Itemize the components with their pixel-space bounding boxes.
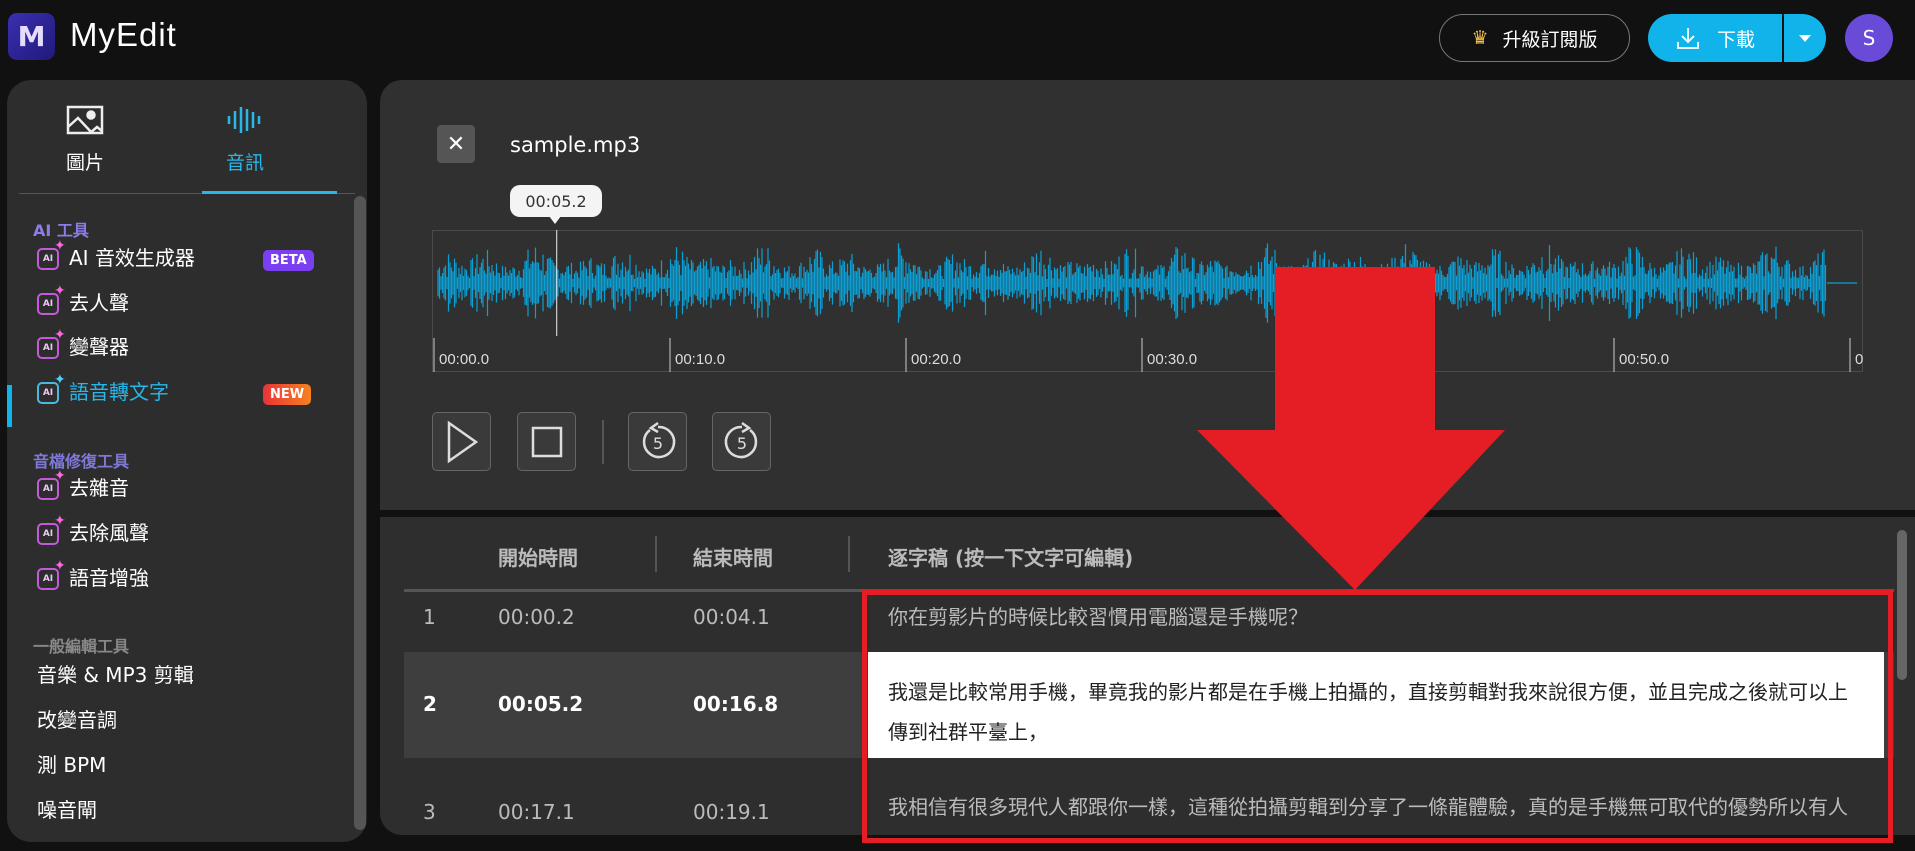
- section-title: 一般編輯工具: [33, 637, 130, 656]
- sidebar-item-label: 改變音調: [37, 708, 117, 732]
- sidebar-item-label: 測 BPM: [37, 753, 107, 777]
- ai-sparkle-icon: AI ✦: [37, 238, 66, 270]
- active-indicator: [7, 385, 12, 427]
- sidebar-item[interactable]: AI ✦ 變聲器: [37, 327, 129, 360]
- time-tick-label: 01: [1855, 351, 1863, 368]
- crown-icon: ♛: [1471, 27, 1489, 49]
- sidebar-item-label: 語音轉文字: [69, 380, 169, 404]
- sidebar-item[interactable]: 噪音閘: [37, 794, 97, 823]
- row-start-time[interactable]: 00:17.1: [498, 800, 575, 824]
- ai-sparkle-icon: AI ✦: [37, 372, 66, 404]
- header-divider: [848, 536, 850, 572]
- sidebar-item-label: 去除風聲: [69, 521, 149, 545]
- controls-separator: [602, 420, 604, 464]
- tab-audio[interactable]: 音訊: [170, 105, 320, 175]
- badge-new: NEW: [263, 384, 312, 405]
- time-tick-label: 00:10.0: [675, 351, 725, 368]
- close-file-button[interactable]: ✕: [437, 125, 475, 163]
- sidebar-item-label: 語音增強: [69, 566, 149, 590]
- cursor-time-tooltip: 00:05.2: [510, 185, 602, 217]
- sidebar-item-label: AI 音效生成器: [69, 246, 195, 270]
- badge-beta: BETA: [263, 250, 314, 271]
- sidebar-item-label: 噪音閘: [37, 798, 97, 822]
- sidebar-item[interactable]: AI ✦ 語音轉文字: [37, 372, 169, 405]
- sidebar-item[interactable]: AI ✦ 語音增強: [37, 558, 149, 591]
- sidebar-item-label: 音樂 & MP3 剪輯: [37, 663, 194, 687]
- time-tick-label: 00:50.0: [1619, 351, 1669, 368]
- row-end-time[interactable]: 00:04.1: [693, 605, 770, 629]
- ai-sparkle-icon: AI ✦: [37, 327, 66, 359]
- close-icon: ✕: [446, 131, 466, 157]
- annotation-highlight-box: [862, 590, 1893, 843]
- audio-wave-icon: [227, 107, 261, 133]
- sidebar-item[interactable]: 測 BPM: [37, 749, 106, 778]
- ai-sparkle-icon: AI ✦: [37, 513, 66, 545]
- download-button[interactable]: 下載: [1648, 14, 1782, 62]
- avatar[interactable]: S: [1845, 14, 1893, 62]
- stop-button[interactable]: [517, 412, 576, 471]
- sidebar-item-label: 去雜音: [69, 476, 129, 500]
- caret-down-icon: [1799, 35, 1811, 48]
- rewind-5-button[interactable]: 5: [628, 412, 687, 471]
- row-number: 3: [423, 800, 436, 824]
- filename: sample.mp3: [510, 133, 641, 157]
- row-end-time[interactable]: 00:16.8: [693, 692, 778, 716]
- row-number: 1: [423, 605, 436, 629]
- myedit-logo[interactable]: M: [8, 13, 55, 60]
- forward-5-button[interactable]: 5: [712, 412, 771, 471]
- row-start-time[interactable]: 00:00.2: [498, 605, 575, 629]
- sidebar-item[interactable]: AI ✦ 去雜音: [37, 468, 129, 501]
- brand-name: MyEdit: [70, 16, 177, 53]
- download-icon: [1676, 28, 1699, 49]
- download-label: 下載: [1716, 28, 1755, 51]
- ai-sparkle-icon: AI ✦: [37, 468, 66, 500]
- sidebar-item-label: 變聲器: [69, 335, 129, 359]
- sidebar-item-label: 去人聲: [69, 291, 129, 315]
- ai-sparkle-icon: AI ✦: [37, 558, 66, 590]
- play-button[interactable]: [432, 412, 491, 471]
- forward-seconds: 5: [736, 434, 746, 453]
- waveform-signal: [437, 243, 1857, 323]
- forward-icon: 5: [724, 421, 757, 458]
- image-icon: [66, 105, 104, 135]
- table-scrollbar[interactable]: [1897, 530, 1907, 680]
- sidebar-scrollbar[interactable]: [354, 196, 366, 830]
- header-end-time: 結束時間: [693, 546, 773, 570]
- upgrade-label: 升級訂閱版: [1502, 28, 1598, 51]
- header-transcript: 逐字稿 (按一下文字可編輯): [888, 546, 1134, 570]
- row-end-time[interactable]: 00:19.1: [693, 800, 770, 824]
- rewind-icon: 5: [642, 421, 675, 458]
- download-dropdown-button[interactable]: [1784, 14, 1826, 62]
- sidebar-item[interactable]: AI ✦ AI 音效生成器: [37, 238, 195, 271]
- tooltip-pointer: [549, 216, 561, 230]
- header-start-time: 開始時間: [498, 546, 578, 570]
- tab-image-label: 圖片: [65, 152, 104, 174]
- section-title: 音檔修復工具: [33, 452, 130, 471]
- sidebar-item[interactable]: 改變音調: [37, 704, 117, 733]
- sidebar-item[interactable]: AI ✦ 去除風聲: [37, 513, 149, 546]
- ai-sparkle-icon: AI ✦: [37, 283, 66, 315]
- active-tab-underline: [202, 191, 337, 194]
- tab-image[interactable]: 圖片: [10, 105, 160, 175]
- play-icon: [447, 420, 478, 463]
- sidebar: 圖片 音訊 AI 工具 AI ✦ AI 音效生成器 BETA AI ✦ 去人聲 AI ✦ 變聲器 AI…: [7, 80, 367, 842]
- time-tick-label: 00:20.0: [911, 351, 961, 368]
- stop-icon: [531, 426, 562, 457]
- annotation-arrow-icon: [1197, 267, 1505, 590]
- tab-audio-label: 音訊: [225, 152, 264, 174]
- row-number: 2: [423, 692, 437, 716]
- time-tick-label: 00:00.0: [439, 351, 489, 368]
- sidebar-item[interactable]: 音樂 & MP3 剪輯: [37, 659, 194, 688]
- header-divider: [655, 536, 657, 572]
- waveform[interactable]: 00:00.000:10.000:20.000:30.000:50.001: [432, 230, 1863, 372]
- sidebar-item[interactable]: AI ✦ 去人聲: [37, 283, 129, 316]
- upgrade-button[interactable]: ♛ 升級訂閱版: [1439, 14, 1630, 62]
- rewind-seconds: 5: [652, 434, 662, 453]
- row-start-time[interactable]: 00:05.2: [498, 692, 583, 716]
